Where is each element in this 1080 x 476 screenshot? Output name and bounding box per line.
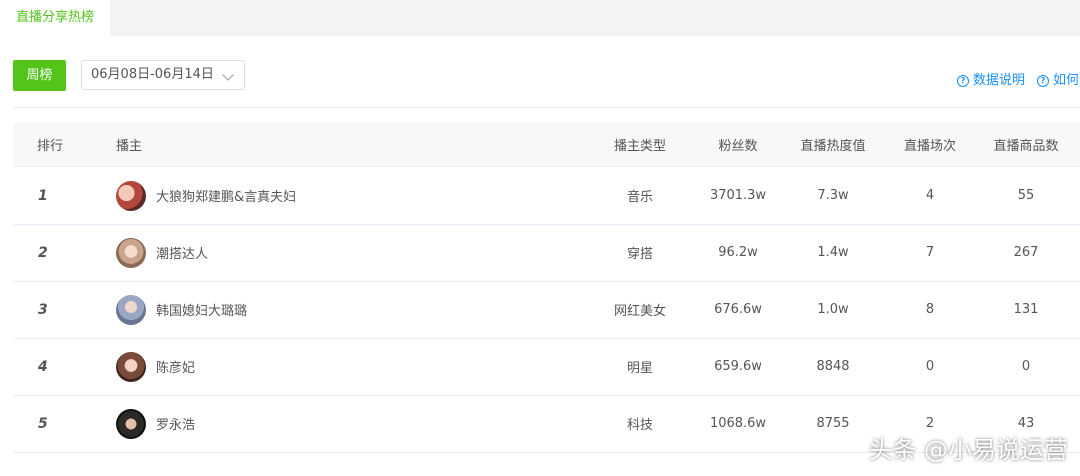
fans-count: 3701.3w [709,188,767,203]
streamer-type: 科技 [626,418,653,433]
fans-count: 1068.6w [709,416,767,431]
session-count: 4 [925,188,935,203]
header-sessions: 直播场次 [903,139,956,154]
streamer-name: 大狼狗郑建鹏&言真夫妇 [156,190,297,205]
product-count: 267 [1013,245,1039,260]
product-count: 0 [1021,359,1031,374]
tab-bar: 直播分享热榜 [0,0,1080,36]
avatar [116,408,146,439]
table-row[interactable]: 2 潮搭达人 穿搭 96.2w 1.4w 7 267 [13,224,1080,282]
session-count: 7 [925,245,935,260]
streamer-name: 罗永浩 [156,418,196,433]
table-row[interactable]: 3 韩国媳妇大璐璐 网红美女 676.6w 1.0w 8 131 [13,281,1080,339]
question-icon: ? [1037,75,1049,87]
heat-value: 7.3w [817,188,849,203]
product-count: 131 [1013,302,1039,317]
question-icon: ? [957,75,969,87]
rank-number: 5 [38,415,48,432]
streamer-name: 陈彦妃 [156,361,196,376]
fans-count: 96.2w [718,245,758,260]
date-range-value: 06月08日-06月14日 [91,67,214,82]
table-row[interactable]: 1 大狼狗郑建鹏&言真夫妇 音乐 3701.3w 7.3w 4 55 [13,167,1080,225]
avatar [116,351,146,382]
header-fans: 粉丝数 [718,139,758,154]
heat-value: 8848 [816,359,850,374]
header-type: 播主类型 [613,139,666,154]
heat-value: 1.4w [817,245,849,260]
streamer-cell[interactable]: 韩国媳妇大璐璐 [116,281,247,338]
fans-count: 676.6w [714,302,762,317]
product-count: 55 [1017,188,1035,203]
avatar [116,180,146,211]
header-rank: 排行 [37,139,64,154]
how-label: 如何 [1053,73,1080,88]
header-streamer: 播主 [116,139,143,154]
session-count: 0 [925,359,935,374]
divider [13,107,1080,108]
tab-live-share-rank[interactable]: 直播分享热榜 [0,0,110,36]
rank-number: 2 [38,244,48,261]
rank-number: 1 [38,187,48,204]
rank-number: 3 [38,301,48,318]
data-description-link[interactable]: ? 数据说明 [957,72,1025,90]
date-range-select[interactable]: 06月08日-06月14日 [81,60,245,90]
how-link[interactable]: ? 如何 [1037,72,1079,90]
data-description-label: 数据说明 [973,73,1026,88]
streamer-type: 明星 [626,361,653,376]
session-count: 8 [925,302,935,317]
weekly-rank-button[interactable]: 周榜 [13,60,66,91]
streamer-type: 网红美女 [613,304,666,319]
avatar [116,294,146,325]
streamer-type: 音乐 [626,190,653,205]
streamer-type: 穿搭 [626,247,653,262]
heat-value: 1.0w [817,302,849,317]
streamer-cell[interactable]: 潮搭达人 [116,224,208,281]
streamer-name: 潮搭达人 [156,247,209,262]
watermark: 头条 @小易说运营 [868,436,1068,464]
table-row[interactable]: 4 陈彦妃 明星 659.6w 8848 0 0 [13,338,1080,396]
rank-number: 4 [38,358,48,375]
chevron-down-icon [222,69,234,81]
avatar [116,237,146,268]
streamer-cell[interactable]: 罗永浩 [116,395,195,452]
streamer-name: 韩国媳妇大璐璐 [156,304,248,319]
table-header: 排行 播主 播主类型 粉丝数 直播热度值 直播场次 直播商品数 [13,123,1080,167]
streamer-cell[interactable]: 陈彦妃 [116,338,195,395]
header-heat: 直播热度值 [800,139,866,154]
header-products: 直播商品数 [993,139,1059,154]
streamer-cell[interactable]: 大狼狗郑建鹏&言真夫妇 [116,167,296,224]
fans-count: 659.6w [714,359,762,374]
